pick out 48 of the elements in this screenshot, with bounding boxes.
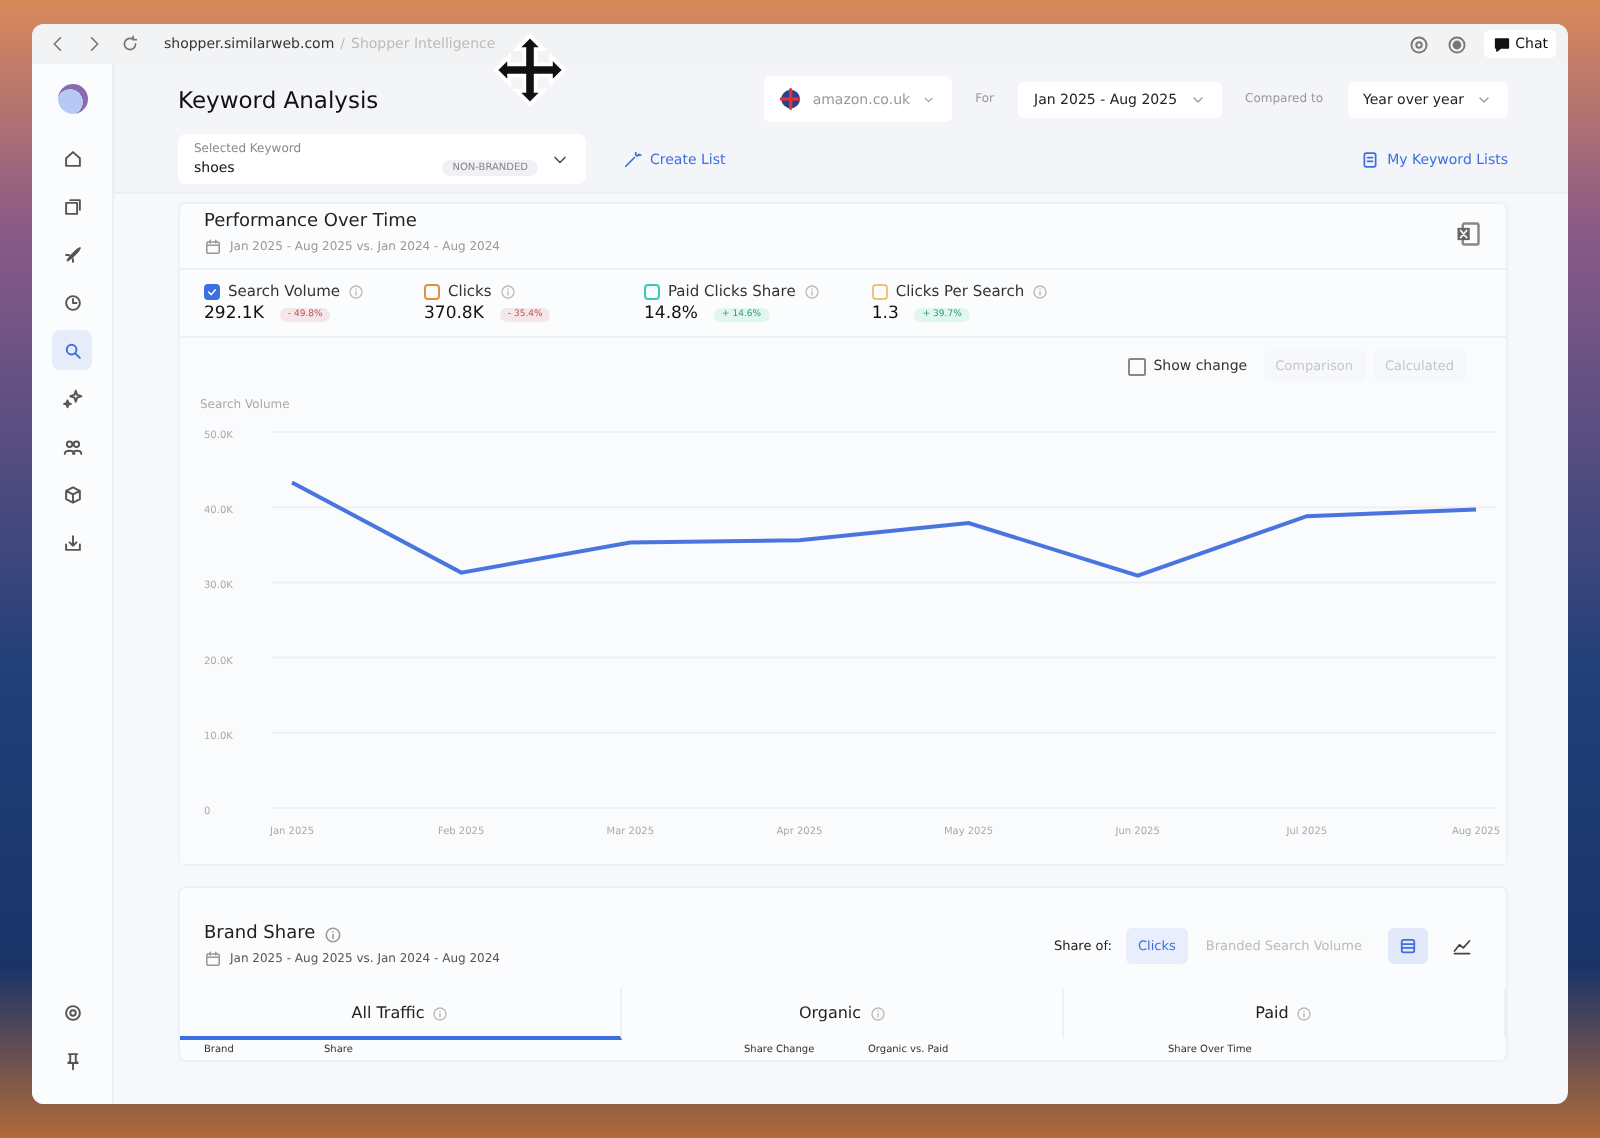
excel-export-icon[interactable]: [1454, 220, 1482, 248]
metric-checkbox[interactable]: [424, 283, 440, 299]
calendar-icon: [204, 950, 222, 968]
table-icon: [1398, 936, 1418, 956]
info-icon: [348, 283, 365, 299]
view-table-button[interactable]: [1388, 928, 1428, 964]
traffic-tab[interactable]: Paid: [1064, 988, 1506, 1040]
metric-value: 292.1K: [204, 304, 264, 324]
list-icon: [1359, 149, 1380, 169]
rocket-icon: [61, 243, 83, 265]
nav-search-button[interactable]: [52, 330, 92, 370]
pin-icon: [61, 1049, 83, 1071]
home-icon: [61, 147, 83, 169]
settings-icon[interactable]: [1445, 33, 1468, 55]
reload-icon[interactable]: [120, 34, 140, 54]
settings-icon: [61, 1001, 83, 1023]
metric-value: 1.3: [871, 304, 899, 324]
metric-checkbox[interactable]: [871, 283, 888, 299]
metric-checkbox[interactable]: [644, 283, 660, 299]
info-icon: [432, 1005, 449, 1021]
pages-icon: [61, 195, 83, 217]
sparkle-icon: [61, 387, 83, 409]
traffic-tab[interactable]: Organic: [622, 988, 1064, 1040]
box-icon: [61, 483, 83, 505]
info-icon: [869, 1005, 886, 1021]
info-icon: [499, 283, 516, 299]
search-icon: [61, 339, 83, 361]
metric-value: 14.8%: [644, 304, 699, 324]
info-icon: [1032, 283, 1049, 299]
avatar-icon[interactable]: [57, 84, 87, 114]
download-icon: [61, 531, 83, 553]
page-title-heading: Keyword Analysis: [178, 85, 379, 113]
line-icon: [1452, 936, 1472, 956]
info-icon: [323, 925, 342, 943]
calendar-icon: [204, 238, 222, 256]
metric-value: 370.8K: [424, 304, 484, 324]
traffic-tab[interactable]: All Traffic: [180, 988, 622, 1040]
section-title: Performance Over Time: [204, 212, 419, 232]
metric-checkbox[interactable]: [204, 283, 220, 299]
people-icon: [61, 435, 83, 457]
check-icon: [206, 283, 218, 299]
clock-icon: [61, 291, 83, 313]
wand-icon: [622, 149, 642, 169]
info-icon: [803, 283, 820, 299]
extension-icon[interactable]: [1407, 33, 1430, 55]
section-title: Brand Share: [204, 924, 316, 944]
info-icon: [1296, 1005, 1313, 1021]
chat-bubble-icon: [1491, 34, 1512, 54]
